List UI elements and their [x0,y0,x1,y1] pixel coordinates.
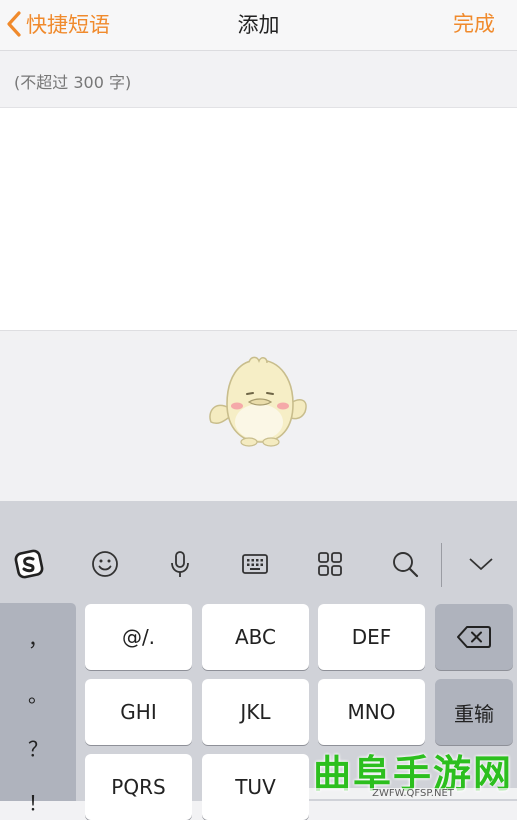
delete-button[interactable] [435,604,513,670]
symbol-key[interactable]: ！ [0,787,76,816]
collapse-icon[interactable] [464,547,498,581]
retype-button[interactable]: 重输 [435,679,513,745]
keyboard-icon[interactable] [238,547,272,581]
key-ghi[interactable]: GHI [85,679,192,745]
page-title: 添加 [237,13,280,37]
microphone-icon[interactable] [163,547,197,581]
key-def[interactable]: DEF [318,604,425,670]
grid-icon[interactable] [313,547,347,581]
symbol-column[interactable]: ， 。 ？ ！ [0,603,76,815]
hint-bar: (不超过 300 字) [0,51,517,108]
search-icon[interactable] [388,547,422,581]
sogou-logo-icon[interactable] [12,547,46,581]
key-symbols[interactable]: @/. [85,604,192,670]
navigation-bar: 快捷短语 添加 完成 [0,0,517,51]
watermark: 曲阜手游网 ZWFW.QFSP.NET [309,743,517,801]
character-limit-hint: (不超过 300 字) [14,73,132,92]
key-tuv[interactable]: TUV [202,754,309,820]
mascot-illustration [209,356,307,447]
emoji-icon[interactable] [88,547,122,581]
watermark-url: ZWFW.QFSP.NET [309,788,517,799]
mascot-area [0,331,517,501]
symbol-key[interactable]: ， [0,623,76,652]
backspace-icon [457,626,491,648]
key-pqrs[interactable]: PQRS [85,754,192,820]
key-mno[interactable]: MNO [318,679,425,745]
done-button[interactable]: 完成 [453,8,495,38]
key-jkl[interactable]: JKL [202,679,309,745]
keyboard-toolbar [0,501,517,601]
toolbar-divider [441,543,442,587]
key-abc[interactable]: ABC [202,604,309,670]
phrase-text-area[interactable] [0,108,517,331]
symbol-key[interactable]: ？ [0,733,76,762]
symbol-key[interactable]: 。 [0,679,76,708]
